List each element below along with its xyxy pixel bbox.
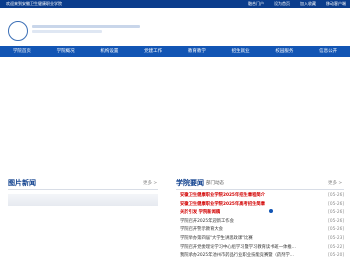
photo-news-title[interactable]: 图片新闻 [8, 178, 36, 188]
news-date: [05-26] [328, 201, 344, 207]
list-item[interactable]: 我院承办2025年池州市药品行业职业技能竞赛暨（药剂学... [05-20] [176, 252, 344, 261]
divider [8, 189, 158, 190]
main-nav: 学院首页 学院概况 机构设置 党建工作 教育教学 招生就业 校园服务 信息公开 [0, 46, 350, 57]
photo-news-more-link[interactable]: 更多 > [143, 180, 157, 186]
top-link-portal[interactable]: 融合门户 [248, 1, 264, 7]
news-title[interactable]: 学院举办第四届"大学生讲思政课"比赛 [180, 235, 320, 244]
news-date: [05-22] [328, 244, 344, 250]
list-item[interactable]: 学院举办第四届"大学生讲思政课"比赛 [05-23] [176, 235, 344, 244]
news-date: [05-26] [328, 218, 344, 224]
news-title[interactable]: 安徽卫生健康职业学院2025年招生章程简介 [180, 192, 320, 201]
list-item[interactable]: 学院召开警示教育大会 [05-26] [176, 226, 344, 235]
news-title[interactable]: 我院承办2025年池州市药品行业职业技能竞赛暨（药剂学... [180, 252, 320, 261]
site-header [0, 8, 350, 46]
list-item[interactable]: 学院召开2025年迎新工作会 [05-26] [176, 218, 344, 227]
top-link-favorite[interactable]: 加入收藏 [300, 1, 316, 7]
list-item[interactable]: 关於引发 学院新闻稿 [05-26] [176, 209, 344, 218]
news-date: [05-26] [328, 227, 344, 233]
school-name-logo[interactable] [32, 25, 140, 35]
top-link-mobile[interactable]: 移动客户端 [326, 1, 346, 7]
welcome-text: 欢迎来到安徽卫生健康职业学院 [6, 1, 62, 6]
school-logo-icon[interactable] [8, 21, 28, 41]
school-news-more-link[interactable]: 更多 > [328, 180, 342, 186]
top-bar: 欢迎来到安徽卫生健康职业学院 融合门户 设为首页 加入收藏 移动客户端 [0, 0, 350, 8]
school-news-title[interactable]: 学院要闻 [176, 178, 204, 188]
banner-slider[interactable] [0, 57, 350, 213]
nav-item-campus-service[interactable]: 校园服务 [263, 46, 307, 57]
list-item[interactable]: 安徽卫生健康职业学院2025年高考招生简章 [05-26] [176, 201, 344, 210]
news-date: [05-23] [328, 235, 344, 241]
news-date: [05-20] [328, 253, 344, 259]
top-link-set-home[interactable]: 设为首页 [274, 1, 290, 7]
nav-item-party[interactable]: 党建工作 [131, 46, 175, 57]
news-title[interactable]: 关於引发 学院新闻稿 [180, 209, 320, 218]
photo-news-image[interactable] [8, 194, 158, 206]
news-title[interactable]: 学院召开警示教育大会 [180, 226, 320, 235]
list-item[interactable]: 安徽卫生健康职业学院2025年招生章程简介 [05-26] [176, 192, 344, 201]
news-date: [05-26] [328, 210, 344, 216]
news-title[interactable]: 学院召开2025年迎新工作会 [180, 218, 320, 227]
nav-item-organization[interactable]: 机构设置 [88, 46, 132, 57]
nav-item-disclosure[interactable]: 信息公开 [306, 46, 350, 57]
nav-item-admission[interactable]: 招生就业 [219, 46, 263, 57]
news-title[interactable]: 学院召开党委理论学习中心组学习暨学习教育读书班一体推... [180, 244, 320, 253]
nav-item-education[interactable]: 教育教学 [175, 46, 219, 57]
tab-department-news[interactable]: 部门动态 [206, 180, 224, 186]
nav-item-home[interactable]: 学院首页 [0, 46, 44, 57]
list-item[interactable]: 学院召开党委理论学习中心组学习暨学习教育读书班一体推... [05-22] [176, 244, 344, 253]
news-title[interactable]: 安徽卫生健康职业学院2025年高考招生简章 [180, 201, 320, 210]
news-date: [05-26] [328, 193, 344, 198]
divider [176, 189, 344, 190]
top-links: 融合门户 设为首页 加入收藏 移动客户端 [238, 1, 346, 7]
school-news-list: 安徽卫生健康职业学院2025年招生章程简介 [05-26] 安徽卫生健康职业学院… [176, 192, 344, 261]
nav-item-overview[interactable]: 学院概况 [44, 46, 88, 57]
